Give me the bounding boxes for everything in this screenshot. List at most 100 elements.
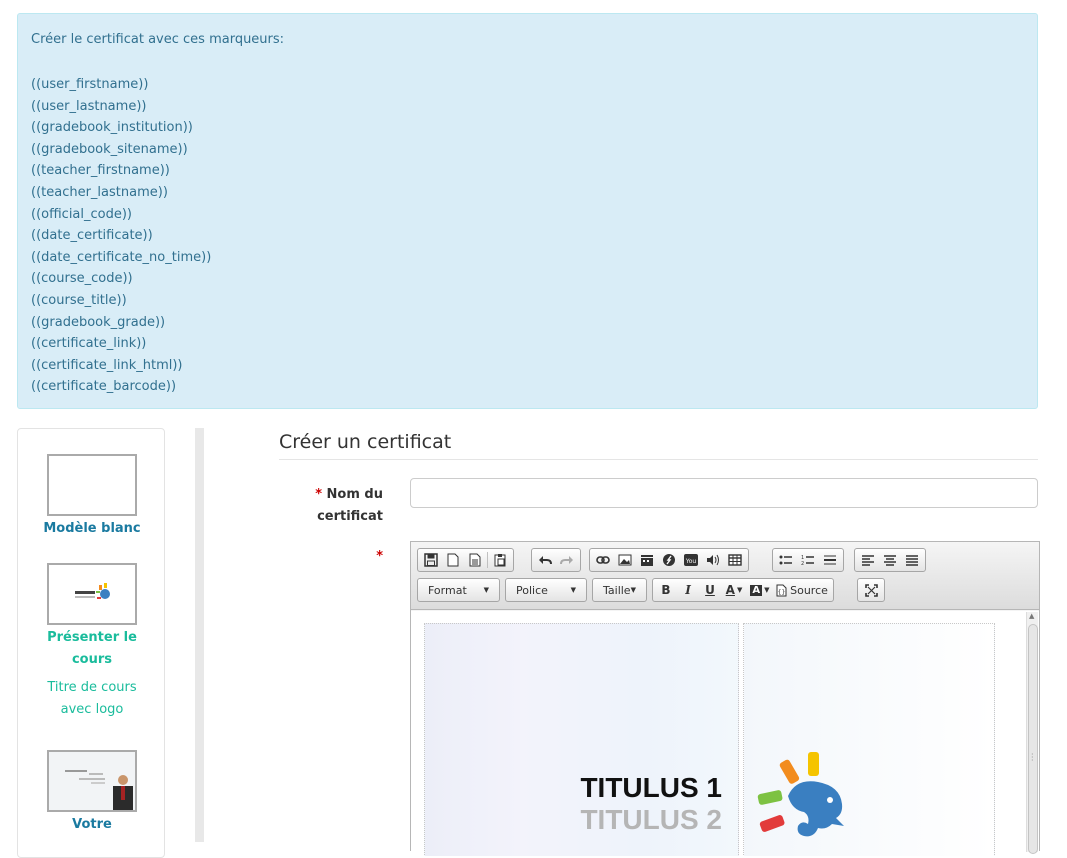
- marker-item: ((date_certificate)): [31, 228, 153, 244]
- content-cell-right[interactable]: [743, 623, 995, 856]
- column-divider: [195, 428, 204, 842]
- scrollbar-thumb[interactable]: · · ·: [1028, 624, 1038, 854]
- source-button[interactable]: {} Source: [773, 580, 831, 600]
- template-title[interactable]: Modèle blanc: [18, 518, 166, 540]
- numbered-list-icon[interactable]: 12: [797, 550, 819, 570]
- link-icon[interactable]: [592, 550, 614, 570]
- font-dropdown[interactable]: Police ▼: [505, 578, 587, 602]
- size-dropdown-label: Taille: [603, 583, 631, 597]
- source-label: Source: [790, 583, 828, 597]
- horizontal-rule-icon[interactable]: [819, 550, 841, 570]
- undo-icon[interactable]: [534, 550, 556, 570]
- align-left-icon[interactable]: [857, 550, 879, 570]
- paste-icon[interactable]: [489, 550, 511, 570]
- bold-button[interactable]: B: [655, 580, 677, 600]
- format-dropdown-label: Format: [428, 583, 467, 597]
- chevron-down-icon: ▼: [764, 586, 770, 594]
- template-thumbnail[interactable]: [47, 454, 137, 516]
- marker-item: ((user_firstname)): [31, 77, 149, 92]
- template-your-training[interactable]: Votre: [18, 750, 166, 836]
- video-icon[interactable]: [636, 550, 658, 570]
- template-title[interactable]: cours: [18, 649, 166, 671]
- font-dropdown-label: Police: [516, 583, 548, 597]
- templates-icon[interactable]: [464, 550, 486, 570]
- youtube-icon[interactable]: You: [680, 550, 702, 570]
- person-photo-thumb-icon: [49, 752, 135, 810]
- toolbar-group-view: [857, 578, 885, 602]
- italic-button[interactable]: I: [677, 580, 699, 600]
- marker-item: ((date_certificate_no_time)): [31, 249, 212, 265]
- font-color-button[interactable]: A ▼: [721, 580, 747, 600]
- redo-icon[interactable]: [556, 550, 578, 570]
- info-intro: Créer le certificat avec ces marqueurs:: [31, 32, 285, 47]
- template-course-presentation[interactable]: Présenter le cours Titre de cours avec l…: [18, 563, 166, 721]
- background-color-button[interactable]: A ▼: [747, 580, 773, 600]
- chameleon-logo-icon: [757, 752, 844, 837]
- marker-item: ((certificate_link_html)): [31, 357, 183, 373]
- new-page-icon[interactable]: [442, 550, 464, 570]
- editor-content-area[interactable]: TITULUS 1 TITULUS 2: [411, 611, 1039, 856]
- chevron-down-icon: ▼: [736, 586, 743, 594]
- source-icon: {}: [776, 584, 787, 596]
- name-label-text: certificat: [317, 509, 383, 524]
- size-dropdown[interactable]: Taille ▼: [592, 578, 647, 602]
- required-mark: *: [315, 487, 323, 502]
- grip-icon: · · ·: [1031, 750, 1034, 765]
- font-color-label: A: [725, 583, 735, 597]
- marker-item: ((official_code)): [31, 206, 132, 222]
- audio-icon[interactable]: [702, 550, 724, 570]
- image-icon[interactable]: [614, 550, 636, 570]
- underline-button[interactable]: U: [699, 580, 721, 600]
- chevron-down-icon: ▼: [630, 586, 636, 594]
- template-blank[interactable]: Modèle blanc: [18, 454, 166, 540]
- chamilo-logo-thumb-icon: [75, 583, 110, 599]
- marker-item: ((gradebook_institution)): [31, 120, 193, 136]
- format-dropdown[interactable]: Format ▼: [417, 578, 500, 602]
- scroll-up-icon[interactable]: ▲: [1029, 612, 1034, 620]
- content-title-1: TITULUS 1: [580, 772, 722, 803]
- toolbar-group-insert: You: [589, 548, 749, 572]
- chevron-down-icon: ▼: [483, 586, 489, 594]
- template-thumbnail[interactable]: [47, 750, 137, 812]
- content-title-2: TITULUS 2: [580, 804, 722, 835]
- markers-info-box: Créer le certificat avec ces marqueurs: …: [17, 13, 1038, 409]
- template-title[interactable]: Votre: [18, 814, 166, 836]
- marker-item: ((gradebook_grade)): [31, 314, 166, 330]
- rich-text-editor: You 12 Format ▼ Police ▼ Taille ▼ B I U …: [410, 541, 1040, 856]
- template-list: Modèle blanc Présenter le cours Titre de…: [17, 428, 165, 858]
- svg-text:{}: {}: [778, 589, 786, 596]
- template-title[interactable]: Présenter le: [18, 627, 166, 649]
- save-icon[interactable]: [420, 550, 442, 570]
- marker-item: ((certificate_link)): [31, 336, 147, 352]
- marker-item: ((teacher_firstname)): [31, 163, 170, 179]
- marker-item: ((course_title)): [31, 292, 127, 308]
- toolbar-group-document: [417, 548, 514, 572]
- name-label: * Nom du certificat: [315, 484, 383, 528]
- table-icon[interactable]: [724, 550, 746, 570]
- template-thumbnail[interactable]: [47, 563, 137, 625]
- chevron-down-icon: ▼: [570, 586, 576, 594]
- flash-icon[interactable]: [658, 550, 680, 570]
- template-description: Titre de cours: [47, 680, 137, 695]
- marker-item: ((course_code)): [31, 271, 133, 287]
- content-label: *: [376, 546, 383, 568]
- svg-text:You: You: [685, 558, 697, 565]
- content-cell-left[interactable]: TITULUS 1 TITULUS 2: [424, 623, 739, 856]
- editor-scrollbar[interactable]: ▲ · · ·: [1026, 612, 1038, 854]
- certificate-name-input[interactable]: [410, 478, 1038, 508]
- marker-item: ((user_lastname)): [31, 98, 147, 114]
- template-description: avec logo: [60, 702, 124, 717]
- maximize-icon[interactable]: [860, 580, 882, 600]
- bulleted-list-icon[interactable]: [775, 550, 797, 570]
- align-center-icon[interactable]: [879, 550, 901, 570]
- toolbar-group-lists: 12: [772, 548, 844, 572]
- marker-item: ((gradebook_sitename)): [31, 141, 188, 157]
- toolbar-group-styles: B I U A ▼ A ▼ {} Source: [652, 578, 834, 602]
- marker-item: ((teacher_lastname)): [31, 184, 168, 200]
- marker-list: ((user_firstname)) ((user_lastname)) ((g…: [31, 74, 1024, 398]
- toolbar-group-history: [531, 548, 581, 572]
- background-color-label: A: [750, 584, 763, 596]
- marker-item: ((certificate_barcode)): [31, 379, 177, 395]
- form-legend: Créer un certificat: [279, 431, 1038, 460]
- align-justify-icon[interactable]: [901, 550, 923, 570]
